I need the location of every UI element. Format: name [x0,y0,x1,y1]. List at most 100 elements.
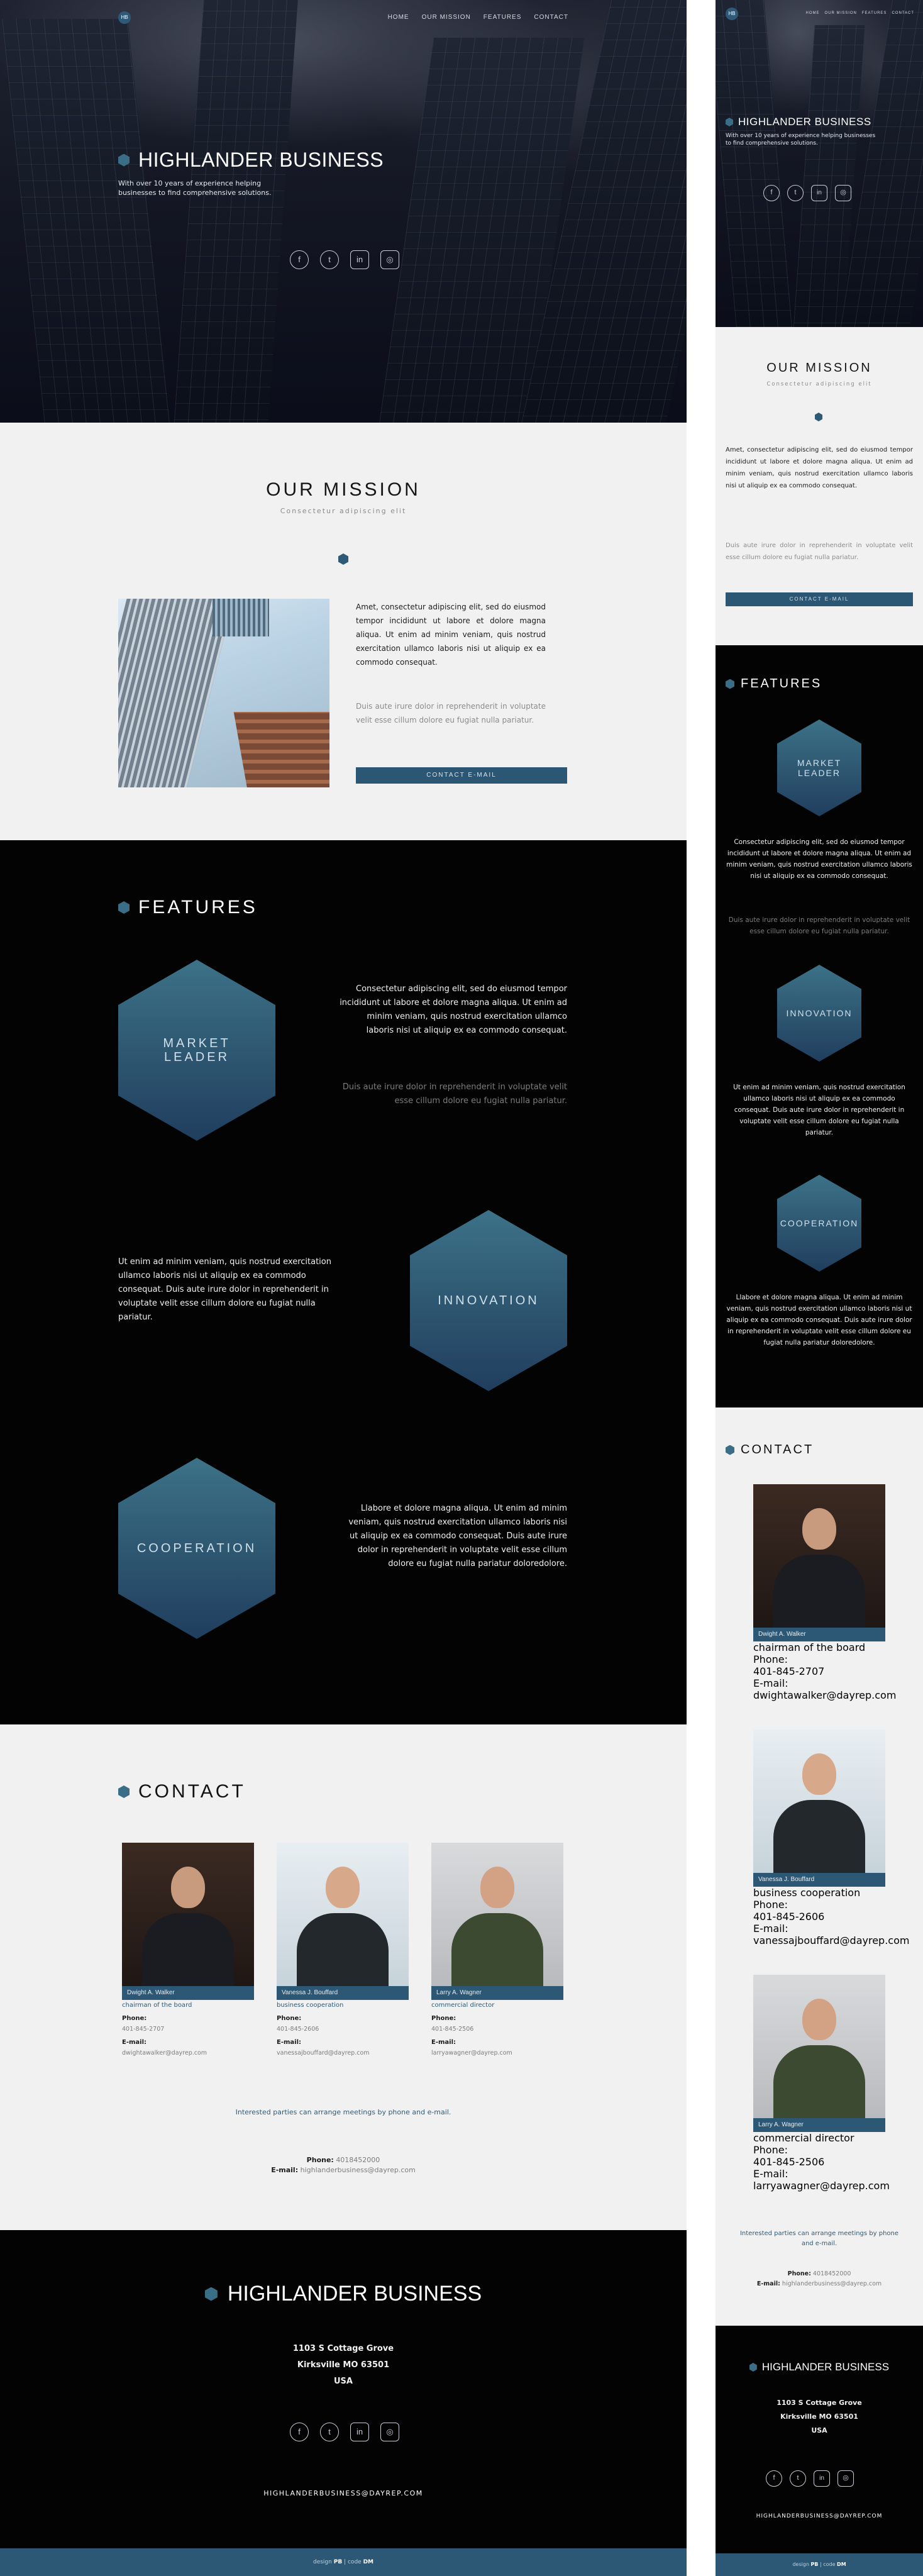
meeting-note: Interested parties can arrange meetings … [739,2230,899,2247]
logo-badge[interactable]: HB [118,11,131,24]
main-phone: Phone: 4018452000 [716,2270,923,2277]
person-email[interactable]: dwightawalker@dayrep.com [753,1689,896,1701]
feature-hex-innovation: INNOVATION [410,1210,567,1391]
credit-separator: | [344,2559,346,2565]
feature-text-muted: Duis aute irure dolor in reprehenderit i… [728,916,910,935]
person-photo [431,1843,563,1986]
main-phone-value[interactable]: 4018452000 [813,2270,851,2277]
nav-link-features[interactable]: FEATURES [862,11,887,15]
contact-email-button[interactable]: CONTACT E-MAIL [726,592,913,606]
mobile-nav-links: HOME OUR MISSION FEATURES CONTACT [806,11,914,15]
person-phone[interactable]: 401-845-2606 [277,2026,409,2033]
features-title: FEATURES [741,677,822,691]
person-phone[interactable]: 401-845-2606 [753,1911,885,1923]
nav-link-contact[interactable]: CONTACT [892,11,914,15]
credit-code-author[interactable]: DM [837,2562,846,2567]
facebook-icon[interactable]: f [766,2470,782,2487]
person-email[interactable]: vanessajbouffard@dayrep.com [277,2050,409,2057]
main-email-value[interactable]: highlanderbusiness@dayrep.com [301,2166,416,2174]
footer-section: HIGHLANDER BUSINESS 1103 S Cottage Grove… [0,2230,687,2548]
phone-label: Phone: [277,2015,302,2022]
nav-link-our-mission[interactable]: OUR MISSION [825,11,857,15]
person-phone[interactable]: 401-845-2506 [431,2026,563,2033]
features-heading: FEATURES [726,677,822,691]
twitter-icon[interactable]: t [320,250,339,269]
credit-code-text: code [347,2559,362,2565]
person-role: commercial director [431,2002,495,2009]
credit-design-text: design [312,2559,332,2565]
footer-email[interactable]: HIGHLANDERBUSINESS@DAYREP.COM [716,2513,923,2519]
footer-title: HIGHLANDER BUSINESS [761,2361,890,2373]
person-phone[interactable]: 401-845-2707 [753,1665,885,1677]
feature-text: Llabore et dolore magna aliqua. Ut enim … [348,1504,567,1568]
person-phone[interactable]: 401-845-2707 [122,2026,254,2033]
twitter-icon[interactable]: t [320,2423,339,2441]
mission-paragraph-muted: Duis aute irure dolor in reprehenderit i… [726,542,913,561]
footer-social-links: f t in ◎ [290,2423,399,2441]
feature-hex-innovation: INNOVATION [777,965,861,1062]
instagram-icon[interactable]: ◎ [835,185,851,201]
phone-label: Phone: [122,2015,147,2022]
hero-title: HIGHLANDER BUSINESS [118,148,384,172]
feature-text-muted: Duis aute irure dolor in reprehenderit i… [342,1082,567,1106]
feature-label: MARKET LEADER [163,1036,231,1064]
mission-paragraph-muted: Duis aute irure dolor in reprehenderit i… [356,702,546,724]
contact-section: CONTACT Dwight A. Walker chairman of the… [0,1724,687,2230]
credit-design-text: design [792,2562,809,2567]
instagram-icon[interactable]: ◎ [837,2470,854,2487]
mobile-hero-section: HB HOME OUR MISSION FEATURES CONTACT HIG… [716,0,923,327]
main-email: E-mail: highlanderbusiness@dayrep.com [716,2280,923,2287]
person-name: Vanessa J. Bouffard [277,1986,409,2000]
instagram-icon[interactable]: ◎ [380,250,399,269]
person-photo [122,1843,254,1986]
facebook-icon[interactable]: f [290,250,309,269]
credit-design-author[interactable]: PB [810,2562,818,2567]
credit-separator: | [819,2562,822,2567]
person-email[interactable]: larryawagner@dayrep.com [431,2050,563,2057]
linkedin-icon[interactable]: in [350,2423,369,2441]
feature-hex-cooperation: COOPERATION [777,1175,861,1272]
facebook-icon[interactable]: f [290,2423,309,2441]
logo-badge[interactable]: HB [726,8,738,20]
footer-email[interactable]: HIGHLANDERBUSINESS@DAYREP.COM [0,2489,687,2497]
linkedin-icon[interactable]: in [814,2470,830,2487]
main-email-value[interactable]: highlanderbusiness@dayrep.com [782,2280,882,2287]
credit-design-author[interactable]: PB [334,2559,342,2565]
nav-link-home[interactable]: HOME [806,11,820,15]
facebook-icon[interactable]: f [763,185,780,201]
address-line: 1103 S Cottage Grove [777,2399,862,2407]
linkedin-icon[interactable]: in [350,250,369,269]
nav-link-contact[interactable]: CONTACT [534,14,568,21]
hexagon-icon [204,2287,218,2301]
nav-link-our-mission[interactable]: OUR MISSION [422,14,471,21]
person-email[interactable]: dwightawalker@dayrep.com [122,2050,254,2057]
feature-label: MARKET LEADER [797,758,842,778]
main-phone-value[interactable]: 4018452000 [336,2156,380,2164]
person-role: business cooperation [753,1887,861,1899]
twitter-icon[interactable]: t [790,2470,806,2487]
mission-paragraph: Amet, consectetur adipiscing elit, sed d… [726,447,913,489]
person-phone[interactable]: 401-845-2506 [753,2156,885,2168]
mobile-features-section: FEATURES MARKET LEADER Consectetur adipi… [716,645,923,1407]
linkedin-icon[interactable]: in [811,185,827,201]
social-links: f t in ◎ [763,185,851,201]
contact-email-button[interactable]: CONTACT E-MAIL [356,767,567,784]
nav-links: HOME OUR MISSION FEATURES CONTACT [388,14,568,21]
instagram-icon[interactable]: ◎ [380,2423,399,2441]
hexagon-icon [118,901,130,914]
hero-heading: HIGHLANDER BUSINESS [738,116,871,128]
contact-title: CONTACT [741,1443,814,1457]
hexagon-icon [726,679,734,689]
twitter-icon[interactable]: t [787,185,804,201]
nav-link-home[interactable]: HOME [388,14,409,21]
email-label: E-mail: [431,2039,456,2046]
person-email[interactable]: larryawagner@dayrep.com [753,2180,890,2192]
person-card: Vanessa J. Bouffard business cooperation… [753,1729,909,1946]
mobile-view: HB HOME OUR MISSION FEATURES CONTACT HIG… [716,0,923,2576]
page: HB HOME OUR MISSION FEATURES CONTACT HIG… [0,0,923,2576]
nav-link-features[interactable]: FEATURES [484,14,522,21]
credit-code-author[interactable]: DM [363,2559,373,2565]
contact-heading: CONTACT [726,1443,814,1457]
person-email[interactable]: vanessajbouffard@dayrep.com [753,1935,909,1946]
person-card: Larry A. Wagner commercial director Phon… [753,1975,890,2192]
